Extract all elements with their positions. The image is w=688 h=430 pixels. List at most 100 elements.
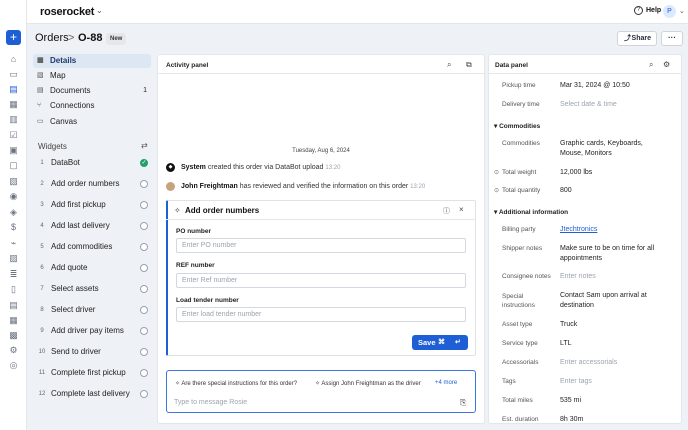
connections-icon: ⑂ [37, 102, 42, 109]
nav-canvas[interactable]: ▭ Canvas [33, 115, 151, 129]
create-button[interactable]: + [6, 30, 21, 45]
delivery-time-field[interactable]: Select date & time [560, 100, 678, 110]
status-circle-icon[interactable] [140, 201, 148, 209]
truck-icon[interactable]: ▣ [8, 145, 19, 156]
widget-item[interactable]: 5 Add commodities [33, 240, 151, 254]
message-text: has reviewed and verified the informatio… [239, 183, 409, 190]
chart-icon[interactable]: ▨ [8, 253, 19, 264]
more-suggestions[interactable]: +4 more [435, 380, 457, 386]
money-icon[interactable]: $ [8, 222, 19, 233]
globe-icon[interactable]: ◎ [8, 360, 19, 371]
total-weight-value: 12,000 lbs [560, 169, 593, 176]
billing-party-link[interactable]: Jtechtronics [560, 225, 678, 235]
settings-icon[interactable]: ⚙ [8, 345, 19, 356]
avatar[interactable]: P [663, 5, 676, 18]
message-composer[interactable] [166, 370, 476, 413]
tags-field[interactable]: Enter tags [560, 377, 678, 387]
pickup-time-value[interactable]: Mar 31, 2024 @ 10:50 [560, 81, 678, 91]
gear-icon[interactable]: ⚙ [663, 60, 670, 69]
widget-item[interactable]: 1 DataBot ✓ [33, 156, 151, 170]
total-quantity-label: Total quantity [502, 187, 541, 194]
box-icon[interactable]: ▢ [8, 160, 19, 171]
report-icon[interactable]: ▦ [8, 315, 19, 326]
additional-info-section[interactable]: ▾ Additional information [494, 208, 568, 216]
search-icon[interactable]: ⌕ [447, 60, 451, 70]
widget-label: Complete first pickup [51, 368, 126, 377]
people-icon[interactable]: ◉ [8, 191, 19, 202]
nav-label: Documents [50, 86, 91, 95]
asset-type-value[interactable]: Truck [560, 320, 678, 330]
widget-number: 4 [40, 223, 44, 229]
check-icon[interactable]: ✓ [140, 159, 148, 167]
widget-item[interactable]: 3 Add first pickup [33, 198, 151, 212]
status-circle-icon[interactable] [140, 306, 148, 314]
help-icon[interactable]: ? [634, 6, 643, 15]
suggestion-chip[interactable]: ✧ Assign John Freightman as the driver [315, 380, 421, 387]
nav-documents[interactable]: ▤ Documents 1 [33, 84, 151, 98]
swap-icon[interactable]: ⇄ [141, 141, 148, 150]
status-circle-icon[interactable] [140, 180, 148, 188]
chevron-down-icon[interactable]: ⌄ [96, 6, 103, 15]
widget-item[interactable]: 11 Complete first pickup [33, 366, 151, 380]
attach-icon[interactable]: ⎘ [460, 398, 466, 408]
widget-item[interactable]: 7 Select assets [33, 282, 151, 296]
more-button[interactable]: ··· [661, 31, 683, 46]
widget-item[interactable]: 9 Add driver pay items [33, 324, 151, 338]
status-circle-icon[interactable] [140, 390, 148, 398]
status-circle-icon[interactable] [140, 369, 148, 377]
search-icon[interactable]: ⌕ [649, 60, 653, 70]
weight-icon: ⊙ [494, 170, 500, 176]
orders-icon[interactable]: ▤ [8, 84, 19, 95]
widget-item[interactable]: 10 Send to driver [33, 345, 151, 359]
board-icon[interactable]: ▥ [8, 114, 19, 125]
chevron-down-icon[interactable]: ⌄ [679, 7, 685, 15]
widget-item[interactable]: 2 Add order numbers [33, 177, 151, 191]
share-button[interactable]: ⤴ Share [617, 31, 657, 46]
commodities-section[interactable]: ▾ Commodities [494, 122, 540, 130]
shipper-notes-label: Shipper notes [502, 245, 543, 252]
widget-item[interactable]: 8 Select driver [33, 303, 151, 317]
widget-item[interactable]: 12 Complete last delivery [33, 387, 151, 401]
help-button[interactable]: Help [646, 7, 661, 14]
route-icon[interactable]: ⌁ [8, 238, 19, 249]
calendar-icon[interactable]: ▦ [8, 99, 19, 110]
accessorials-field[interactable]: Enter accessorials [560, 358, 678, 368]
special-instructions-value[interactable]: Contact Sam upon arrival at destination [560, 291, 678, 311]
commodities-value[interactable]: Graphic cards, Keyboards, Mouse, Monitor… [560, 139, 660, 159]
status-circle-icon[interactable] [140, 264, 148, 272]
message-input[interactable]: Type to message Rosie [174, 399, 247, 406]
status-circle-icon[interactable] [140, 285, 148, 293]
save-button[interactable]: Save ⌘ ↵ [412, 335, 468, 350]
ref-number-input[interactable]: Enter Ref number [176, 273, 466, 288]
info-icon[interactable]: ⓘ [443, 206, 450, 216]
status-circle-icon[interactable] [140, 243, 148, 251]
widget-item[interactable]: 4 Add last delivery [33, 219, 151, 233]
invoice-icon[interactable]: ≣ [8, 269, 19, 280]
logo[interactable]: roserocket [40, 6, 94, 18]
gallery-icon[interactable]: ▩ [8, 330, 19, 341]
nav-connections[interactable]: ⑂ Connections [33, 99, 151, 113]
close-icon[interactable]: × [459, 205, 464, 214]
dollar-file-icon[interactable]: ▤ [8, 300, 19, 311]
status-circle-icon[interactable] [140, 222, 148, 230]
consignee-notes-field[interactable]: Enter notes [560, 272, 678, 282]
location-icon[interactable]: ◈ [8, 207, 19, 218]
status-circle-icon[interactable] [140, 327, 148, 335]
tasks-icon[interactable]: ☑ [8, 130, 19, 141]
po-number-input[interactable]: Enter PO number [176, 238, 466, 253]
load-tender-input[interactable]: Enter load tender number [176, 307, 466, 322]
inbox-icon[interactable]: ▭ [8, 69, 19, 80]
widget-item[interactable]: 6 Add quote [33, 261, 151, 275]
status-circle-icon[interactable] [140, 348, 148, 356]
building-icon[interactable]: ▧ [8, 176, 19, 187]
nav-map[interactable]: ▧ Map [33, 69, 151, 83]
nav-details[interactable]: ▦ Details [33, 54, 151, 68]
suggestion-chip[interactable]: ✧ Are there special instructions for thi… [175, 380, 297, 387]
est-duration-label: Est. duration [502, 416, 539, 423]
file-icon[interactable]: ▯ [8, 284, 19, 295]
filter-icon[interactable]: ⧉ [466, 60, 472, 70]
home-icon[interactable]: ⌂ [8, 54, 19, 65]
shipper-notes-value[interactable]: Make sure to be on time for all appointm… [560, 244, 678, 264]
breadcrumb-orders[interactable]: Orders [35, 32, 69, 44]
service-type-value[interactable]: LTL [560, 339, 678, 349]
